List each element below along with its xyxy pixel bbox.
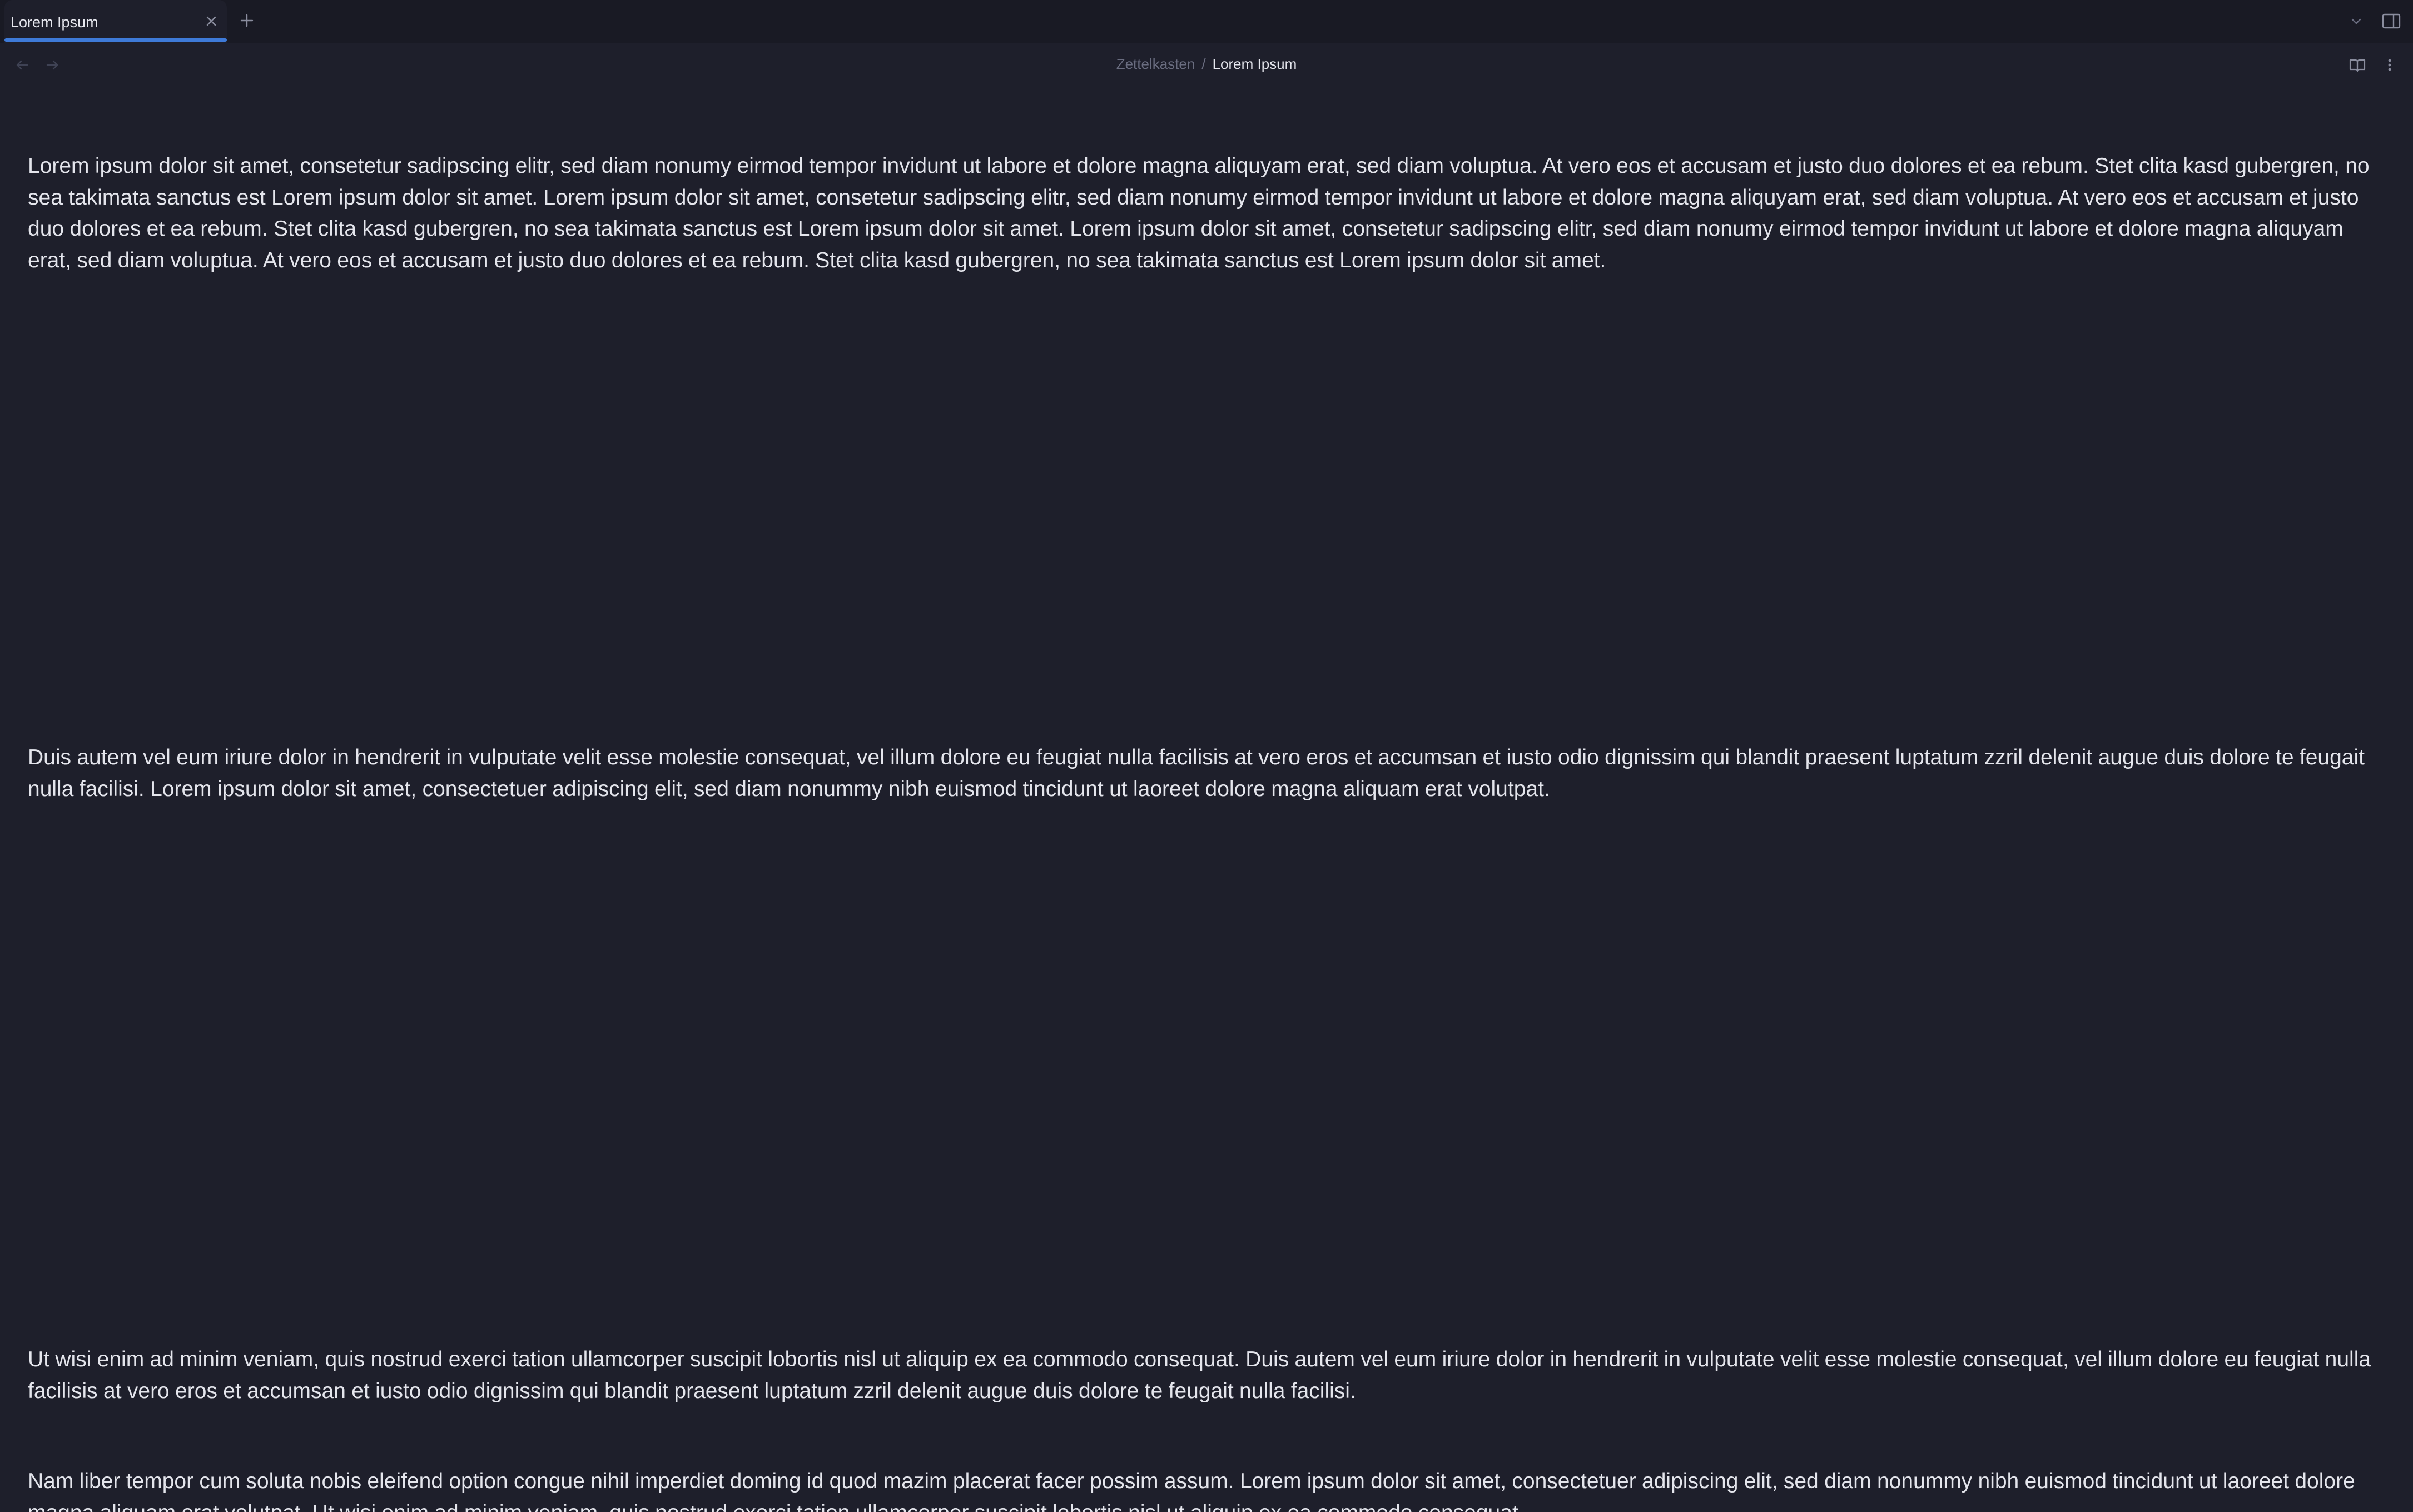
sidebar-right-icon[interactable] bbox=[2381, 11, 2402, 31]
plus-icon[interactable] bbox=[237, 11, 256, 30]
paragraph: Duis autem vel eum iriure dolor in hendr… bbox=[28, 745, 2365, 801]
arrow-left-icon[interactable] bbox=[12, 55, 32, 75]
tab-lorem-ipsum[interactable]: Lorem Ipsum bbox=[4, 0, 227, 43]
book-open-icon[interactable] bbox=[2347, 55, 2367, 75]
close-icon[interactable] bbox=[202, 12, 220, 30]
breadcrumb-separator: / bbox=[1201, 56, 1206, 72]
breadcrumb: Zettelkasten / Lorem Ipsum bbox=[723, 56, 1690, 73]
more-vertical-icon[interactable] bbox=[2380, 55, 2400, 75]
breadcrumb-note-title[interactable]: Lorem Ipsum bbox=[1213, 56, 1297, 72]
tab-title: Lorem Ipsum bbox=[11, 14, 98, 31]
editor-window: Lorem Ipsum Zettelkasten / Lorem Ipsum L… bbox=[0, 0, 2413, 1512]
active-tab-indicator bbox=[4, 38, 227, 42]
view-header: Zettelkasten / Lorem Ipsum bbox=[0, 43, 2413, 86]
breadcrumb-folder[interactable]: Zettelkasten bbox=[1116, 56, 1195, 72]
paragraph: Ut wisi enim ad minim veniam, quis nostr… bbox=[28, 1347, 2371, 1403]
paragraph: Lorem ipsum dolor sit amet, consetetur s… bbox=[28, 154, 2370, 272]
paragraph: Nam liber tempor cum soluta nobis eleife… bbox=[28, 1469, 2355, 1512]
chevron-down-icon[interactable] bbox=[2347, 12, 2365, 30]
arrow-right-icon[interactable] bbox=[42, 55, 62, 75]
tab-bar: Lorem Ipsum bbox=[0, 0, 2413, 43]
